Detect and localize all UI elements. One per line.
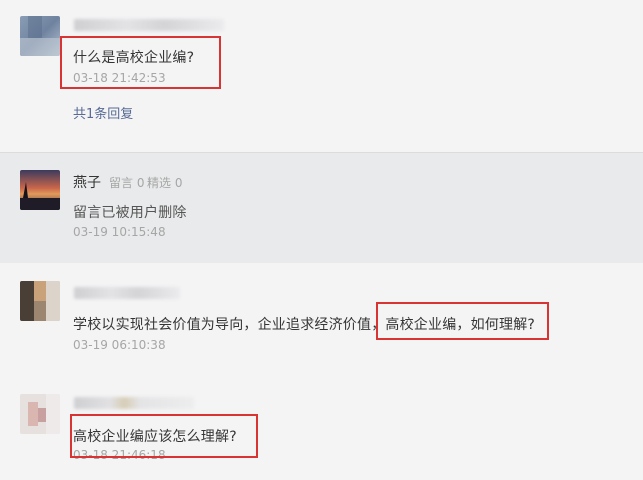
view-replies-link[interactable]: 共1条回复 <box>73 103 133 122</box>
avatar[interactable] <box>20 394 60 434</box>
username: 燕子 <box>73 175 101 191</box>
avatar[interactable] <box>20 170 60 210</box>
featured-label: 精选 <box>147 176 172 190</box>
avatar[interactable] <box>20 281 60 321</box>
featured-count: 0 <box>174 176 183 190</box>
highlight-box <box>376 302 549 340</box>
comment-content-prefix: 学校以实现社会价值为导向，企业追求经济价值， <box>73 317 386 333</box>
message-count-label: 留言 0 <box>109 174 144 191</box>
blurred-username <box>74 287 180 299</box>
comment-item: 什么是高校企业编? 03-18 21:42:53 共1条回复 <box>0 0 643 153</box>
comment-item: 高校企业编应该怎么理解? 03-18 21:46:18 <box>0 375 643 480</box>
comment-content: 留言已被用户删除 <box>73 205 187 221</box>
highlight-box <box>60 36 221 89</box>
comment-time: 03-19 06:10:38 <box>73 338 166 352</box>
blurred-username <box>74 19 224 31</box>
blurred-username <box>74 397 194 409</box>
avatar[interactable] <box>20 16 60 56</box>
message-count: 0 <box>136 176 145 190</box>
comment-time: 03-19 10:15:48 <box>73 225 166 239</box>
highlight-box <box>70 414 258 458</box>
comments-panel: 什么是高校企业编? 03-18 21:42:53 共1条回复 燕子 留言 0 精… <box>0 0 643 480</box>
comment-item: 燕子 留言 0 精选 0 留言已被用户删除 03-19 10:15:48 <box>0 153 643 263</box>
featured-count-label: 精选 0 <box>147 174 182 191</box>
message-label: 留言 <box>109 176 134 190</box>
comment-item: 学校以实现社会价值为导向，企业追求经济价值，高校企业编，如何理解? 03-19 … <box>0 263 643 375</box>
